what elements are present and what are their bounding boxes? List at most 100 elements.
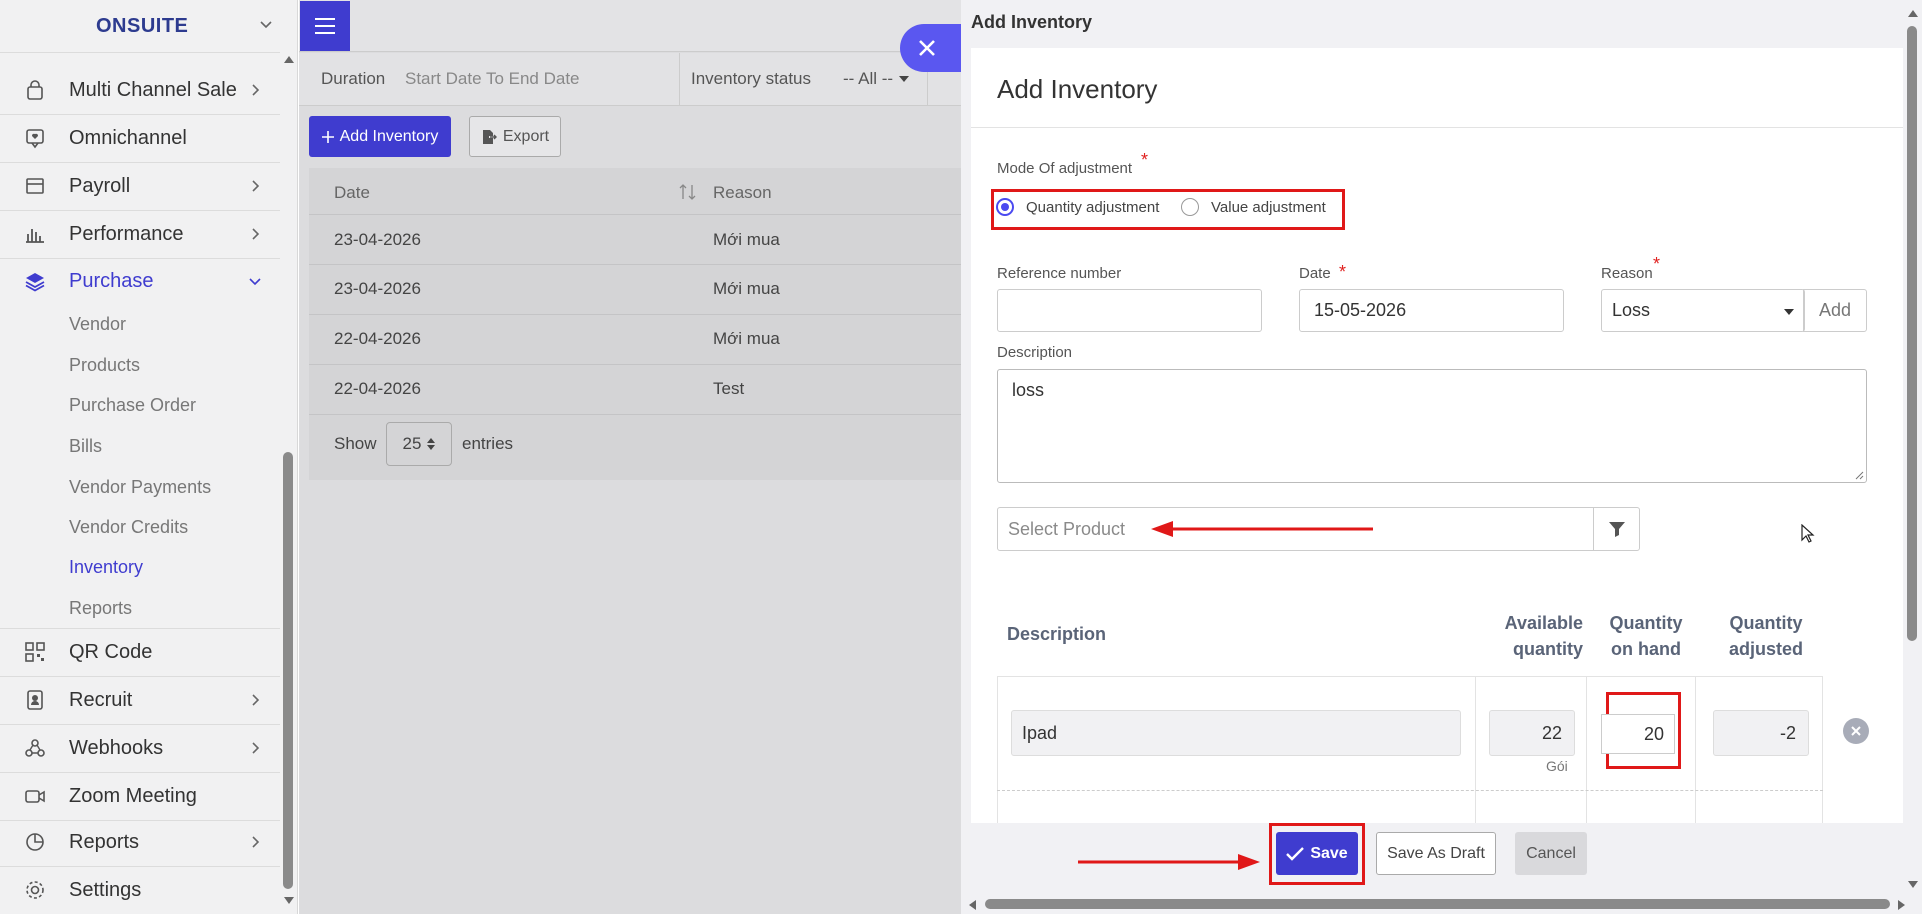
annotation-arrow-right [1078, 854, 1260, 870]
description-label: Description [997, 344, 1073, 361]
date-label: Date [1299, 265, 1331, 282]
scroll-down-icon[interactable] [1907, 880, 1919, 890]
header-line: adjusted [1728, 639, 1803, 659]
required-asterisk: * [1653, 254, 1661, 274]
sidebar-item-label: Reports [69, 830, 140, 853]
table-row[interactable]: 22-04-2026 Test [309, 365, 961, 414]
remove-item-button[interactable] [1843, 718, 1869, 744]
sidebar-item-multi-channel-sale[interactable]: Multi Channel Sale [0, 66, 280, 114]
id-card-icon [27, 690, 43, 710]
row-reason: Mới mua [713, 230, 780, 249]
table-row[interactable]: 22-04-2026 Mới mua [309, 315, 961, 364]
sidebar-item-recruit[interactable]: Recruit [0, 676, 280, 724]
panel-horizontal-scrollbar[interactable] [985, 899, 1890, 909]
panel-vertical-scrollbar[interactable] [1907, 26, 1917, 641]
sidebar-sub-reports[interactable]: Reports [69, 598, 132, 619]
sidebar-item-label: Purchase [69, 269, 154, 292]
sidebar-item-webhooks[interactable]: Webhooks [0, 724, 280, 772]
description-value: loss [1012, 380, 1045, 400]
export-button[interactable]: Export [469, 116, 561, 157]
video-icon [25, 790, 45, 803]
sidebar-sub-purchase-order[interactable]: Purchase Order [69, 395, 196, 416]
sidebar-sub-inventory[interactable]: Inventory [69, 557, 143, 578]
items-header-available: Available quantity [1489, 610, 1583, 662]
row-reason: Mới mua [713, 279, 780, 298]
inventory-status-select[interactable]: -- All -- [843, 69, 910, 89]
save-as-draft-button[interactable]: Save As Draft [1376, 832, 1496, 875]
date-input[interactable]: 15-05-2026 [1299, 289, 1564, 332]
row-date: 22-04-2026 [334, 379, 421, 398]
menu-toggle-button[interactable] [300, 1, 350, 51]
cancel-button[interactable]: Cancel [1515, 832, 1587, 875]
scroll-down-icon[interactable] [283, 896, 295, 906]
product-filter-button[interactable] [1593, 507, 1640, 551]
sidebar-item-purchase[interactable]: Purchase [0, 257, 280, 305]
header-line: Available [1504, 613, 1583, 633]
sidebar-item-payroll[interactable]: Payroll [0, 162, 280, 210]
reference-input[interactable] [997, 289, 1262, 332]
scroll-up-icon[interactable] [283, 54, 295, 64]
close-panel-button[interactable] [900, 24, 962, 72]
sidebar: ONSUITE Multi Channel Sale Omnichannel P… [0, 0, 298, 914]
export-label: Export [502, 127, 550, 145]
add-inventory-button[interactable]: Add Inventory [309, 116, 451, 157]
panel-title: Add Inventory [971, 12, 1093, 32]
form-card: Add Inventory Mode Of adjustment * Quant… [971, 48, 1903, 823]
sidebar-item-qr-code[interactable]: QR Code [0, 628, 280, 676]
sidebar-scrollbar[interactable] [283, 452, 293, 889]
scroll-up-icon[interactable] [1907, 8, 1919, 18]
table-row[interactable]: 23-04-2026 Mới mua [309, 265, 961, 314]
entries-label: entries [462, 434, 514, 453]
chevron-right-icon [252, 836, 260, 848]
radio-value-adjustment[interactable]: Value adjustment [1181, 198, 1326, 216]
bar-chart-icon [26, 229, 44, 243]
sidebar-item-performance[interactable]: Performance [0, 210, 280, 258]
chat-icon [26, 129, 44, 149]
sidebar-sub-vendor-credits[interactable]: Vendor Credits [69, 517, 188, 538]
sidebar-item-label: Zoom Meeting [69, 784, 197, 807]
item-adjusted-qty: -2 [1713, 710, 1809, 756]
sidebar-item-settings[interactable]: Settings [0, 866, 280, 914]
items-header-adjusted: Quantity adjusted [1711, 610, 1821, 662]
action-bar: Add Inventory Export [299, 106, 961, 166]
required-asterisk: * [1339, 262, 1347, 282]
sidebar-sub-products[interactable]: Products [69, 355, 140, 376]
sidebar-item-label: Performance [69, 222, 184, 245]
sidebar-sub-bills[interactable]: Bills [69, 436, 102, 457]
sidebar-item-omnichannel[interactable]: Omnichannel [0, 114, 280, 162]
reason-add-button[interactable]: Add [1803, 289, 1867, 332]
header-line: on hand [1611, 639, 1681, 659]
sort-icon[interactable] [679, 184, 697, 200]
sidebar-item-label: Omnichannel [69, 126, 187, 149]
column-header-date[interactable]: Date [334, 183, 370, 203]
chevron-down-icon[interactable] [258, 16, 274, 32]
description-textarea[interactable]: loss [997, 369, 1867, 483]
column-header-reason[interactable]: Reason [713, 183, 772, 203]
sidebar-item-reports[interactable]: Reports [0, 818, 280, 866]
duration-range-input[interactable]: Start Date To End Date [405, 69, 580, 89]
pie-chart-icon [26, 833, 44, 851]
bag-icon [27, 80, 43, 100]
scroll-left-icon[interactable] [967, 899, 977, 911]
close-icon [1851, 726, 1861, 736]
item-available-qty: 22 [1489, 710, 1575, 756]
mouse-cursor-icon [1801, 524, 1815, 543]
sidebar-sub-vendor-payments[interactable]: Vendor Payments [69, 477, 211, 498]
filter-icon [1608, 522, 1625, 537]
header-line: quantity [1513, 639, 1583, 659]
table-row[interactable]: 23-04-2026 Mới mua [309, 215, 961, 264]
layers-icon [25, 273, 45, 292]
save-button[interactable]: Save [1276, 832, 1358, 875]
item-name-input[interactable]: Ipad [1011, 710, 1461, 756]
resize-handle-icon[interactable] [1854, 470, 1864, 480]
sidebar-item-zoom-meeting[interactable]: Zoom Meeting [0, 772, 280, 820]
sidebar-sub-vendor[interactable]: Vendor [69, 314, 126, 335]
scroll-right-icon[interactable] [1897, 899, 1907, 911]
chevron-right-icon [252, 228, 260, 240]
radio-quantity-adjustment[interactable]: Quantity adjustment [996, 198, 1159, 216]
brand-header[interactable]: ONSUITE [0, 0, 297, 52]
reason-select[interactable]: Loss [1601, 289, 1805, 332]
item-on-hand-input[interactable]: 20 [1612, 714, 1675, 754]
page-size-select[interactable]: 25 [386, 422, 452, 466]
header-line: Quantity [1729, 613, 1803, 633]
